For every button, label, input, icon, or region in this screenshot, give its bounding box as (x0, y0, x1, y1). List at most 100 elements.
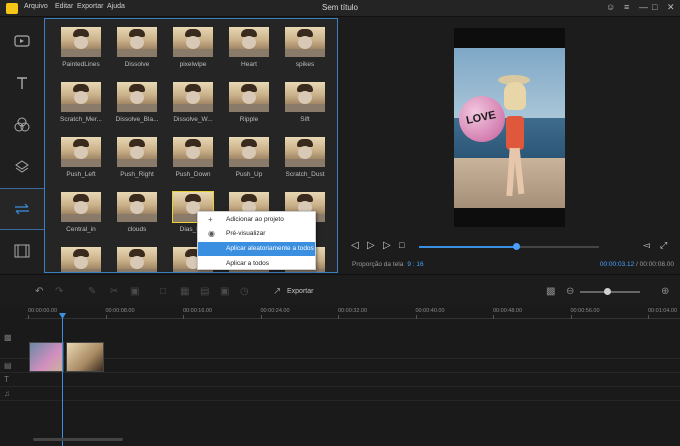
playhead[interactable] (62, 315, 63, 446)
transition-thumbnail[interactable] (285, 82, 325, 112)
seek-bar[interactable] (419, 243, 599, 250)
transitions-icon (15, 203, 29, 215)
ruler-tick-label: 00:00:48.00 (493, 308, 523, 314)
transition-thumbnail[interactable] (173, 27, 213, 57)
minimize-icon[interactable]: — (639, 2, 648, 12)
video-preview[interactable]: LOVE (454, 28, 565, 227)
export-icon[interactable]: ↗ (273, 286, 281, 297)
transition-item[interactable]: Push_Up (221, 137, 277, 192)
transition-thumbnail[interactable] (117, 192, 157, 222)
transition-item[interactable]: Push_Down (165, 137, 221, 192)
transition-thumbnail[interactable] (173, 82, 213, 112)
transition-item[interactable]: Dissolve_Bla... (109, 82, 165, 137)
ruler-tick-label: 00:00:24.00 (260, 308, 290, 314)
zoom-in-icon[interactable]: ⊕ (661, 286, 669, 297)
transition-item[interactable]: clouds (109, 192, 165, 247)
screenshot-icon[interactable]: ▣ (220, 286, 229, 297)
user-icon[interactable]: ☺ (606, 2, 615, 12)
transition-item[interactable]: Scratch_Dust (277, 137, 333, 192)
zoom-handle[interactable] (604, 288, 611, 295)
ruler-tick-label: 00:00:00.00 (28, 308, 58, 314)
transition-thumbnail[interactable] (61, 192, 101, 222)
transition-thumbnail[interactable] (61, 27, 101, 57)
transition-item[interactable] (109, 247, 165, 272)
edit-toolbar: ↶ ↷ ✎ ✂ ▣ □ ▦ ▤ ▣ ◷ ↗ Exportar ▩ ⊖ ⊕ (0, 274, 680, 304)
transition-item[interactable]: PaintedLines (53, 27, 109, 82)
mosaic-icon[interactable]: ▦ (180, 286, 189, 297)
music-icon: ♫ (4, 389, 10, 398)
text-track[interactable]: T (0, 373, 680, 387)
transition-item[interactable]: Push_Left (53, 137, 109, 192)
close-icon[interactable]: ✕ (667, 2, 675, 13)
transition-item[interactable]: Push_Right (109, 137, 165, 192)
overlay-track[interactable]: ▤ (0, 359, 680, 373)
export-button[interactable]: Exportar (287, 288, 313, 295)
stop-icon[interactable]: □ (399, 240, 404, 250)
redo-icon[interactable]: ↷ (55, 286, 63, 297)
ratio-label: Proporção da tela (352, 261, 404, 268)
timeline-scrollbar[interactable] (33, 438, 123, 441)
delete-icon[interactable]: ▣ (130, 286, 139, 297)
transitions-tab[interactable] (0, 188, 44, 230)
volume-icon[interactable]: ◅ (643, 240, 650, 251)
menu-apply-all[interactable]: Aplicar a todos (198, 257, 315, 271)
crop-icon[interactable]: □ (160, 286, 166, 297)
transition-item[interactable]: Sift (277, 82, 333, 137)
media-tab[interactable] (0, 20, 44, 62)
transition-thumbnail[interactable] (117, 82, 157, 112)
transition-item[interactable]: Dissolve_W... (165, 82, 221, 137)
transition-item[interactable]: Ripple (221, 82, 277, 137)
transition-thumbnail[interactable] (285, 137, 325, 167)
elements-tab[interactable] (0, 230, 44, 272)
zoom-slider[interactable] (580, 288, 640, 295)
seek-handle[interactable] (513, 243, 521, 250)
transition-thumbnail[interactable] (285, 27, 325, 57)
transition-thumbnail[interactable] (173, 137, 213, 167)
transition-item[interactable]: Scratch_Mer... (53, 82, 109, 137)
transition-thumbnail[interactable] (117, 27, 157, 57)
edit-icon[interactable]: ✎ (88, 286, 96, 297)
audio-track[interactable]: ♫ (0, 387, 680, 401)
play-icon[interactable]: ▷ (367, 240, 375, 251)
prev-frame-icon[interactable]: ◁ (351, 240, 359, 251)
transition-item[interactable] (53, 247, 109, 272)
ruler-tick-label: 00:01:04.00 (648, 308, 678, 314)
menu-icon[interactable]: ≡ (624, 2, 629, 12)
cut-icon[interactable]: ✂ (110, 286, 118, 297)
freeze-icon[interactable]: ▤ (200, 286, 209, 297)
transition-thumbnail[interactable] (229, 137, 269, 167)
transition-item[interactable]: pixelwipe (165, 27, 221, 82)
fit-timeline-icon[interactable]: ▩ (546, 286, 555, 297)
transition-item[interactable]: spikes (277, 27, 333, 82)
ratio-value[interactable]: 9 : 16 (407, 261, 423, 268)
text-tab[interactable] (0, 62, 44, 104)
next-frame-icon[interactable]: ▷ (383, 240, 391, 251)
video-track[interactable]: ▩ (0, 319, 680, 372)
fullscreen-icon[interactable]: ⤢ (660, 240, 667, 251)
menu-apply-random-all[interactable]: Aplicar aleatoriamente a todos (198, 242, 315, 256)
transition-item[interactable]: Central_in (53, 192, 109, 247)
playback-controls: ◁ ▷ ▷ □ ◅ ⤢ (339, 240, 680, 254)
undo-icon[interactable]: ↶ (35, 286, 43, 297)
overlays-icon (15, 160, 29, 173)
overlay-track-icon: ▤ (4, 361, 12, 370)
transition-thumbnail[interactable] (117, 247, 157, 272)
transition-thumbnail[interactable] (229, 82, 269, 112)
transition-thumbnail[interactable] (61, 137, 101, 167)
transition-thumbnail[interactable] (117, 137, 157, 167)
time-ruler[interactable]: 00:00:00.00 00:00:08.00 00:00:16.00 00:00:2… (25, 305, 680, 319)
transition-label: pixelwipe (179, 61, 207, 68)
time-readout: 00:00:03.12 / 00:00:08.00 (599, 261, 674, 268)
menu-add-to-project[interactable]: + Adicionar ao projeto (198, 213, 315, 227)
transition-item[interactable]: Heart (221, 27, 277, 82)
menu-preview[interactable]: ◉ Pré-visualizar (198, 227, 315, 241)
zoom-out-icon[interactable]: ⊖ (566, 286, 574, 297)
overlays-tab[interactable] (0, 146, 44, 188)
maximize-icon[interactable]: □ (652, 2, 657, 12)
transition-thumbnail[interactable] (61, 247, 101, 272)
transition-thumbnail[interactable] (61, 82, 101, 112)
filters-tab[interactable] (0, 104, 44, 146)
transition-item[interactable]: Dissolve (109, 27, 165, 82)
transition-thumbnail[interactable] (229, 27, 269, 57)
duration-icon[interactable]: ◷ (240, 286, 249, 297)
